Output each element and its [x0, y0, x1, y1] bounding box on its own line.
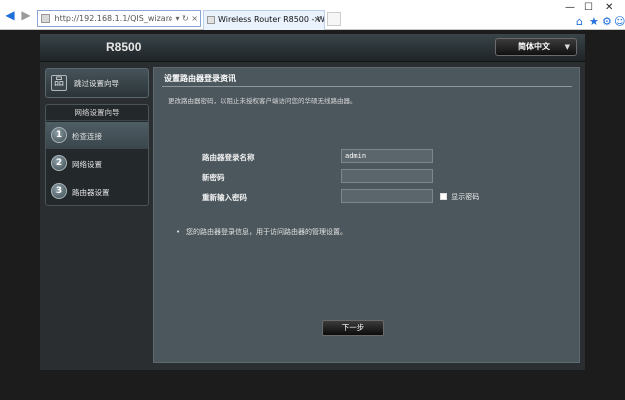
model-name: R8500 — [106, 40, 142, 54]
gear-icon[interactable]: ⚙ — [602, 15, 612, 28]
browser-tab[interactable]: Wireless Router R8500 - W... × — [203, 10, 325, 30]
step-label: 路由器设置 — [72, 188, 110, 197]
maximize-button[interactable]: ☐ — [584, 2, 593, 13]
divider — [162, 86, 572, 87]
panel-description: 更改路由器密码，以阻止未授权客户端访问您的华硕无线路由器。 — [168, 97, 357, 105]
address-text[interactable]: http://192.168.1.1/QIS_wizard.htm?flag — [55, 11, 171, 26]
confirm-password-input[interactable] — [341, 189, 433, 203]
wizard-steps: 网络设置向导 1 检查连接 2 网络设置 3 路由器设置 — [45, 104, 149, 206]
tab-title: Wireless Router R8500 - W... — [218, 15, 325, 24]
panel-title: 设置路由器登录资讯 — [164, 74, 236, 83]
step-number-icon: 3 — [51, 183, 67, 199]
page-favicon-icon — [41, 14, 50, 23]
smiley-icon[interactable]: ☺ — [614, 15, 625, 28]
wizard-step-check-connection[interactable]: 1 检查连接 — [46, 122, 148, 149]
address-bar[interactable]: http://192.168.1.1/QIS_wizard.htm?flag ⌕… — [37, 10, 201, 27]
wizard-step-router-settings[interactable]: 3 路由器设置 — [46, 178, 148, 205]
login-name-input[interactable] — [341, 149, 433, 163]
router-header: R8500 简体中文 ▼ — [40, 34, 585, 62]
info-note: • 您的路由器登录信息，用于访问路由器的管理设置。 — [176, 226, 366, 238]
address-controls[interactable]: ⌕ ▾ ↻ × — [168, 11, 198, 26]
language-select[interactable]: 简体中文 ▼ — [495, 38, 577, 56]
forward-arrow-icon[interactable]: ▶ — [19, 8, 33, 22]
chevron-down-icon: ▼ — [564, 43, 570, 51]
wizard-title: 网络设置向导 — [46, 105, 148, 121]
minimize-button[interactable]: — — [565, 2, 575, 13]
login-name-label: 路由器登录名称 — [202, 153, 255, 162]
show-password-label: 显示密码 — [451, 193, 480, 201]
browser-chrome: ◀ ▶ http://192.168.1.1/QIS_wizard.htm?fl… — [0, 0, 625, 30]
tab-favicon-icon — [207, 16, 215, 24]
bullet: • — [176, 228, 181, 236]
show-password-toggle[interactable]: 显示密码 — [440, 192, 479, 202]
wizard-step-network-settings[interactable]: 2 网络设置 — [46, 150, 148, 177]
login-settings-panel: 设置路由器登录资讯 更改路由器密码，以阻止未授权客户端访问您的华硕无线路由器。 … — [153, 67, 580, 363]
next-button[interactable]: 下一步 — [322, 320, 384, 336]
language-value: 简体中文 — [518, 42, 550, 51]
confirm-password-label: 重新输入密码 — [202, 193, 247, 202]
skip-wizard-button[interactable]: 品 跳过设置向导 — [45, 68, 149, 98]
new-password-input[interactable] — [341, 169, 433, 183]
new-password-label: 新密码 — [202, 173, 225, 182]
router-page: R8500 简体中文 ▼ 品 跳过设置向导 网络设置向导 1 检查连接 2 网络… — [40, 34, 585, 370]
step-number-icon: 1 — [51, 127, 67, 143]
tab-close-icon[interactable]: × — [313, 11, 321, 29]
step-label: 网络设置 — [72, 160, 102, 169]
info-note-text: 您的路由器登录信息，用于访问路由器的管理设置。 — [186, 228, 347, 236]
show-password-checkbox[interactable] — [440, 193, 447, 200]
step-label: 检查连接 — [72, 132, 102, 141]
step-number-icon: 2 — [51, 155, 67, 171]
new-tab-button[interactable] — [327, 12, 341, 26]
close-window-button[interactable]: ✕ — [605, 2, 613, 13]
star-icon[interactable]: ★ — [589, 15, 599, 28]
home-icon[interactable]: ⌂ — [576, 15, 583, 28]
skip-wizard-label: 跳过设置向导 — [74, 79, 119, 88]
network-icon: 品 — [51, 75, 67, 91]
back-arrow-icon[interactable]: ◀ — [3, 8, 17, 22]
